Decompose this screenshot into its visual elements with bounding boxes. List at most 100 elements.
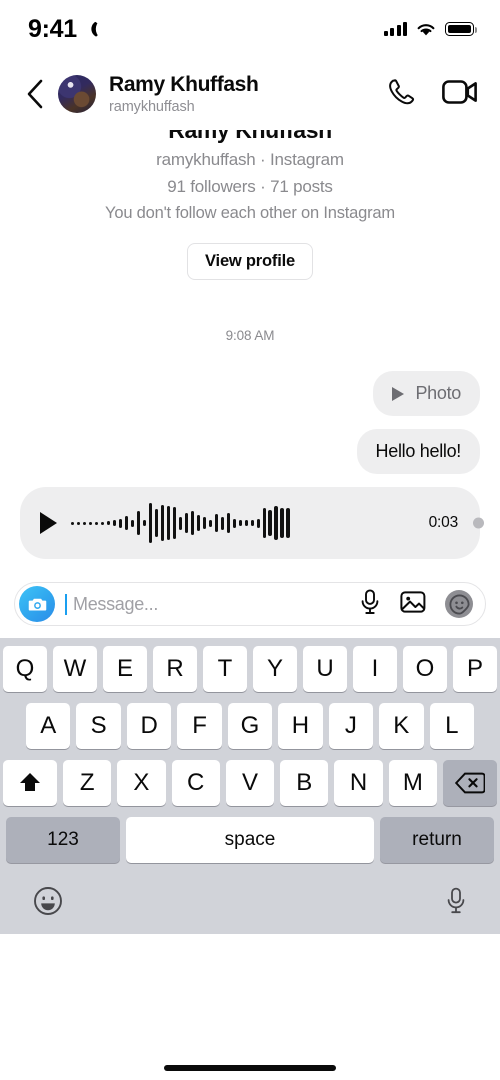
space-key[interactable]: space — [126, 817, 374, 864]
audio-call-button[interactable] — [386, 77, 416, 112]
header-actions — [386, 77, 478, 112]
key-m[interactable]: M — [388, 760, 437, 807]
message-timestamp: 9:08 AM — [225, 328, 275, 344]
key-g[interactable]: G — [227, 703, 273, 750]
composer-field-wrap: Message... — [14, 582, 486, 627]
play-triangle-icon — [392, 386, 405, 401]
key-n[interactable]: N — [334, 760, 383, 807]
key-b[interactable]: B — [280, 760, 329, 807]
waveform-bar — [88, 521, 93, 525]
chevron-left-icon — [27, 79, 43, 109]
key-c[interactable]: C — [171, 760, 220, 807]
key-e[interactable]: E — [103, 646, 147, 693]
message-input[interactable]: Message... — [73, 594, 349, 615]
mic-button[interactable] — [359, 589, 381, 620]
profile-card: Ramy Khuffash ramykhuffash · Instagram 9… — [0, 117, 500, 281]
back-button[interactable] — [18, 77, 52, 111]
header-identity[interactable]: Ramy Khuffash ramykhuffash — [109, 73, 386, 114]
waveform-bar — [100, 521, 105, 525]
message-thread: Ramy Khuffash ramykhuffash · Instagram 9… — [0, 117, 500, 560]
microphone-icon — [361, 589, 379, 614]
waveform-bar — [106, 521, 111, 526]
waveform-bar — [154, 509, 159, 538]
audio-waveform[interactable] — [71, 501, 415, 545]
play-triangle-icon[interactable] — [40, 512, 57, 535]
shift-arrow-icon — [20, 773, 41, 792]
status-bar: 9:41 — [0, 0, 500, 58]
text-message-bubble[interactable]: Hello hello! — [356, 429, 480, 475]
profile-stats: 91 followers · 71 posts — [167, 177, 333, 197]
waveform-bar — [244, 520, 248, 527]
video-call-button[interactable] — [442, 78, 478, 111]
waveform-bar — [232, 518, 236, 528]
key-w[interactable]: W — [53, 646, 97, 693]
message-row: Photo — [20, 371, 480, 417]
shift-key[interactable] — [3, 760, 58, 807]
waveform-bar — [82, 521, 87, 525]
waveform-bar — [214, 514, 219, 533]
waveform-bar — [178, 516, 183, 530]
dictation-button[interactable] — [445, 887, 467, 920]
keyboard-row-3: ZXCVBNM — [3, 760, 497, 807]
photo-message-label: Photo — [415, 383, 461, 404]
profile-follow-note: You don't follow each other on Instagram — [105, 204, 395, 223]
microphone-icon — [447, 887, 465, 913]
key-h[interactable]: H — [278, 703, 323, 750]
key-t[interactable]: T — [203, 646, 247, 693]
key-d[interactable]: D — [126, 703, 172, 750]
key-r[interactable]: R — [153, 646, 197, 693]
key-p[interactable]: P — [453, 646, 497, 693]
sticker-button[interactable] — [445, 590, 473, 619]
keyboard-row-1: QWERTYUIOP — [3, 646, 497, 693]
key-q[interactable]: Q — [3, 646, 47, 693]
key-y[interactable]: Y — [253, 646, 297, 693]
view-profile-button[interactable]: View profile — [187, 243, 313, 281]
home-indicator — [164, 1065, 336, 1071]
backspace-icon — [454, 772, 485, 794]
key-a[interactable]: A — [26, 703, 71, 750]
photo-message-bubble[interactable]: Photo — [373, 371, 480, 417]
photo-gallery-icon — [400, 591, 426, 613]
waveform-bar — [256, 518, 260, 528]
emoji-smiley-icon — [34, 886, 62, 915]
waveform-bar — [286, 508, 290, 539]
conversation-header: Ramy Khuffash ramykhuffash — [0, 58, 500, 130]
return-key[interactable]: return — [380, 817, 494, 864]
sticker-face-icon — [448, 594, 470, 615]
numbers-key[interactable]: 123 — [6, 817, 120, 864]
key-x[interactable]: X — [117, 760, 166, 807]
key-o[interactable]: O — [403, 646, 447, 693]
message-row: 0:03 — [20, 487, 484, 560]
waveform-bar — [184, 513, 189, 534]
key-f[interactable]: F — [177, 703, 222, 750]
key-z[interactable]: Z — [63, 760, 112, 807]
camera-button[interactable] — [19, 586, 55, 623]
key-v[interactable]: V — [225, 760, 275, 807]
key-k[interactable]: K — [379, 703, 424, 750]
status-time: 9:41 — [28, 14, 77, 43]
waveform-bar — [136, 511, 141, 536]
text-cursor — [65, 593, 67, 615]
crescent-moon-icon — [83, 21, 100, 38]
key-j[interactable]: J — [328, 703, 374, 750]
waveform-bar — [142, 520, 147, 527]
key-u[interactable]: U — [303, 646, 347, 693]
key-s[interactable]: S — [76, 703, 121, 750]
status-bar-left: 9:41 — [28, 15, 100, 44]
waveform-bar — [94, 521, 99, 525]
waveform-bar — [124, 516, 129, 531]
page-title: Ramy Khuffash — [109, 73, 259, 97]
phone-icon — [389, 78, 415, 104]
key-i[interactable]: I — [353, 646, 397, 693]
camera-icon — [28, 598, 46, 611]
waveform-bar — [118, 518, 123, 528]
emoji-button[interactable] — [33, 886, 63, 921]
key-l[interactable]: L — [429, 703, 474, 750]
message-row: Hello hello! — [20, 429, 480, 475]
keyboard-bottom-bar — [3, 872, 497, 935]
gallery-button[interactable] — [400, 590, 426, 619]
waveform-bar — [238, 520, 242, 527]
voice-message-bubble[interactable]: 0:03 — [20, 487, 480, 560]
avatar[interactable] — [58, 75, 96, 113]
backspace-key[interactable] — [442, 760, 497, 807]
